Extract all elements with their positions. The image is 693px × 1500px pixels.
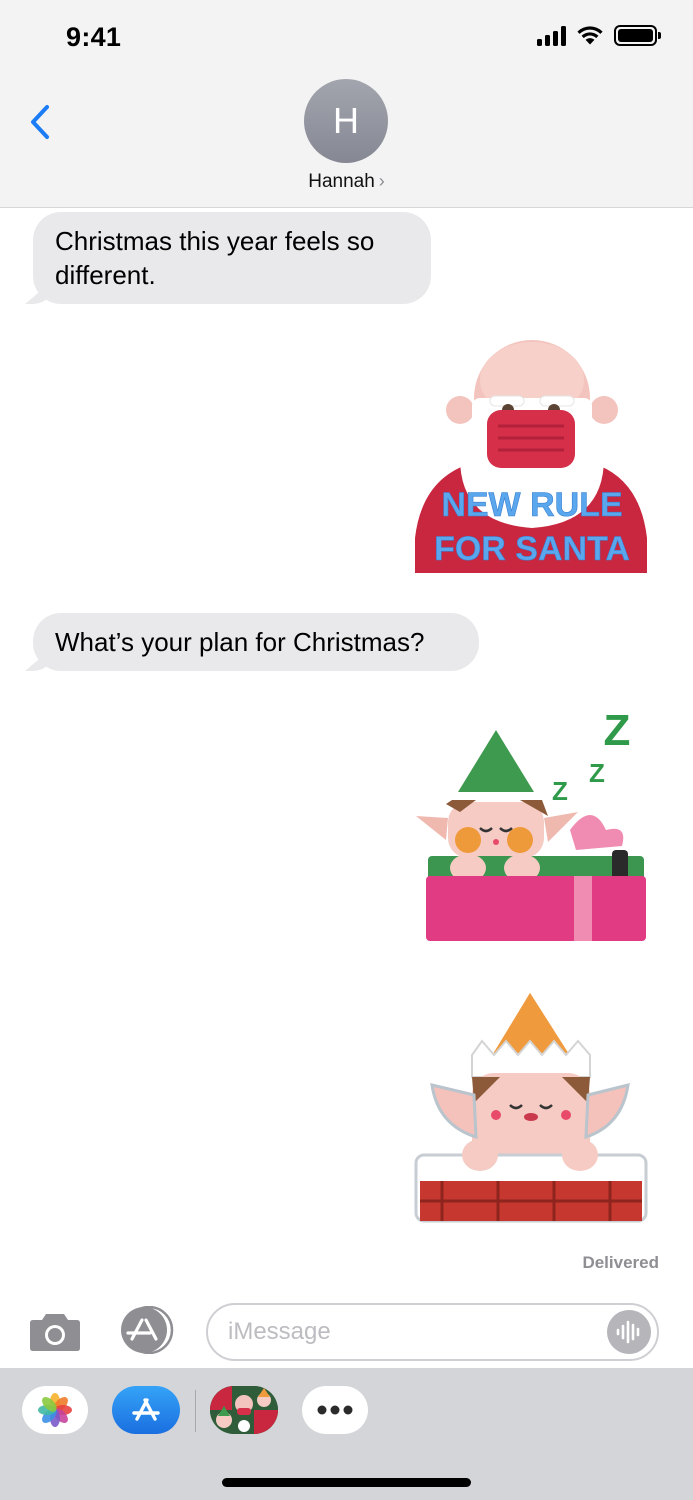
- contact-avatar[interactable]: H: [304, 79, 388, 163]
- sleep-z-large: Z: [604, 706, 631, 755]
- conversation-header: H Hannah ›: [0, 76, 693, 208]
- message-text: What’s your plan for Christmas?: [55, 627, 425, 657]
- wifi-icon: [577, 26, 603, 45]
- elf-in-chimney-sticker[interactable]: [412, 985, 652, 1225]
- camera-button[interactable]: [28, 1310, 82, 1352]
- sleeping-elf-gift-sticker[interactable]: Z Z Z: [412, 700, 652, 945]
- message-input[interactable]: [228, 1305, 588, 1359]
- status-bar: 9:41: [0, 0, 693, 76]
- app-store-icon: [132, 1398, 160, 1421]
- christmas-stickers-app-button[interactable]: [210, 1386, 278, 1434]
- bubble-tail: [25, 282, 51, 304]
- sticker-caption-line1: NEW RULE: [441, 486, 622, 524]
- sticker-caption-line2: FOR SANTA: [434, 530, 630, 568]
- avatar-initial: H: [333, 100, 359, 141]
- audio-waveform-icon: [616, 1320, 640, 1344]
- contact-name-button[interactable]: Hannah ›: [0, 171, 693, 193]
- drawer-divider: [195, 1390, 196, 1432]
- status-time: 9:41: [66, 22, 122, 52]
- photos-app-button[interactable]: [22, 1386, 88, 1434]
- masked-santa-sticker[interactable]: NEW RULE FOR SANTA: [412, 338, 652, 578]
- message-text: Christmas this year feels so different.: [55, 226, 375, 290]
- apps-button[interactable]: [117, 1305, 177, 1355]
- contact-name: Hannah: [308, 171, 375, 192]
- audio-message-button[interactable]: [607, 1310, 651, 1354]
- message-composer: [0, 1290, 693, 1368]
- battery-icon: [614, 25, 661, 46]
- app-store-icon: [121, 1305, 174, 1355]
- status-icons: [537, 25, 661, 46]
- camera-icon: [30, 1314, 80, 1351]
- home-indicator[interactable]: [222, 1478, 471, 1487]
- sleep-z-medium: Z: [589, 758, 605, 788]
- sleep-z-small: Z: [552, 776, 568, 806]
- christmas-stickers-app-icon: [210, 1386, 278, 1434]
- back-button[interactable]: [22, 100, 58, 144]
- message-input-field[interactable]: [206, 1303, 659, 1361]
- delivery-status: Delivered: [582, 1253, 659, 1272]
- more-apps-button[interactable]: [302, 1386, 368, 1434]
- chevron-right-icon: ›: [378, 171, 385, 191]
- incoming-message-bubble[interactable]: Christmas this year feels so different.: [25, 212, 431, 304]
- photos-app-icon: [38, 1393, 72, 1427]
- incoming-message-bubble[interactable]: What’s your plan for Christmas?: [25, 613, 479, 671]
- chevron-left-icon: [31, 105, 49, 139]
- more-apps-icon: [317, 1405, 353, 1415]
- bubble-tail: [25, 649, 51, 671]
- imessage-app-drawer: [0, 1368, 693, 1500]
- app-store-button[interactable]: [112, 1386, 180, 1434]
- cellular-signal-icon: [537, 25, 566, 46]
